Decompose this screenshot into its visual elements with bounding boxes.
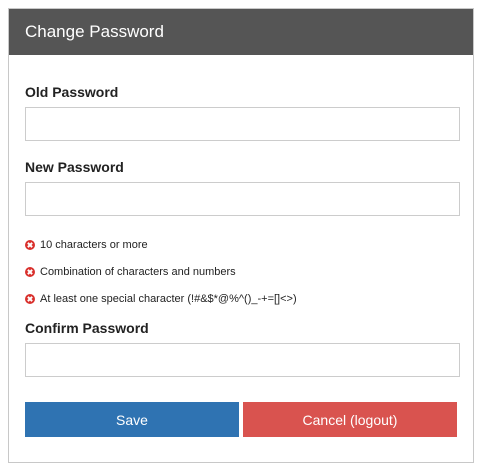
cancel-logout-button[interactable]: Cancel (logout): [243, 402, 457, 437]
requirement-length: 10 characters or more: [25, 238, 148, 252]
x-circle-icon: [25, 240, 35, 250]
dialog-title: Change Password: [25, 22, 164, 41]
new-password-field[interactable]: [25, 182, 460, 216]
dialog-header: Change Password: [9, 9, 473, 55]
requirement-text: Combination of characters and numbers: [40, 266, 236, 278]
requirement-alphanumeric: Combination of characters and numbers: [25, 265, 236, 279]
old-password-field[interactable]: [25, 107, 460, 141]
change-password-dialog: Change Password Old Password New Passwor…: [8, 8, 474, 463]
new-password-label: New Password: [25, 159, 124, 175]
confirm-password-field[interactable]: [25, 343, 460, 377]
x-circle-icon: [25, 294, 35, 304]
confirm-password-label: Confirm Password: [25, 320, 149, 336]
requirement-text: At least one special character (!#&$*@%^…: [40, 293, 297, 305]
requirement-special-character: At least one special character (!#&$*@%^…: [25, 292, 297, 306]
save-button[interactable]: Save: [25, 402, 239, 437]
old-password-label: Old Password: [25, 84, 119, 100]
requirement-text: 10 characters or more: [40, 239, 148, 251]
x-circle-icon: [25, 267, 35, 277]
